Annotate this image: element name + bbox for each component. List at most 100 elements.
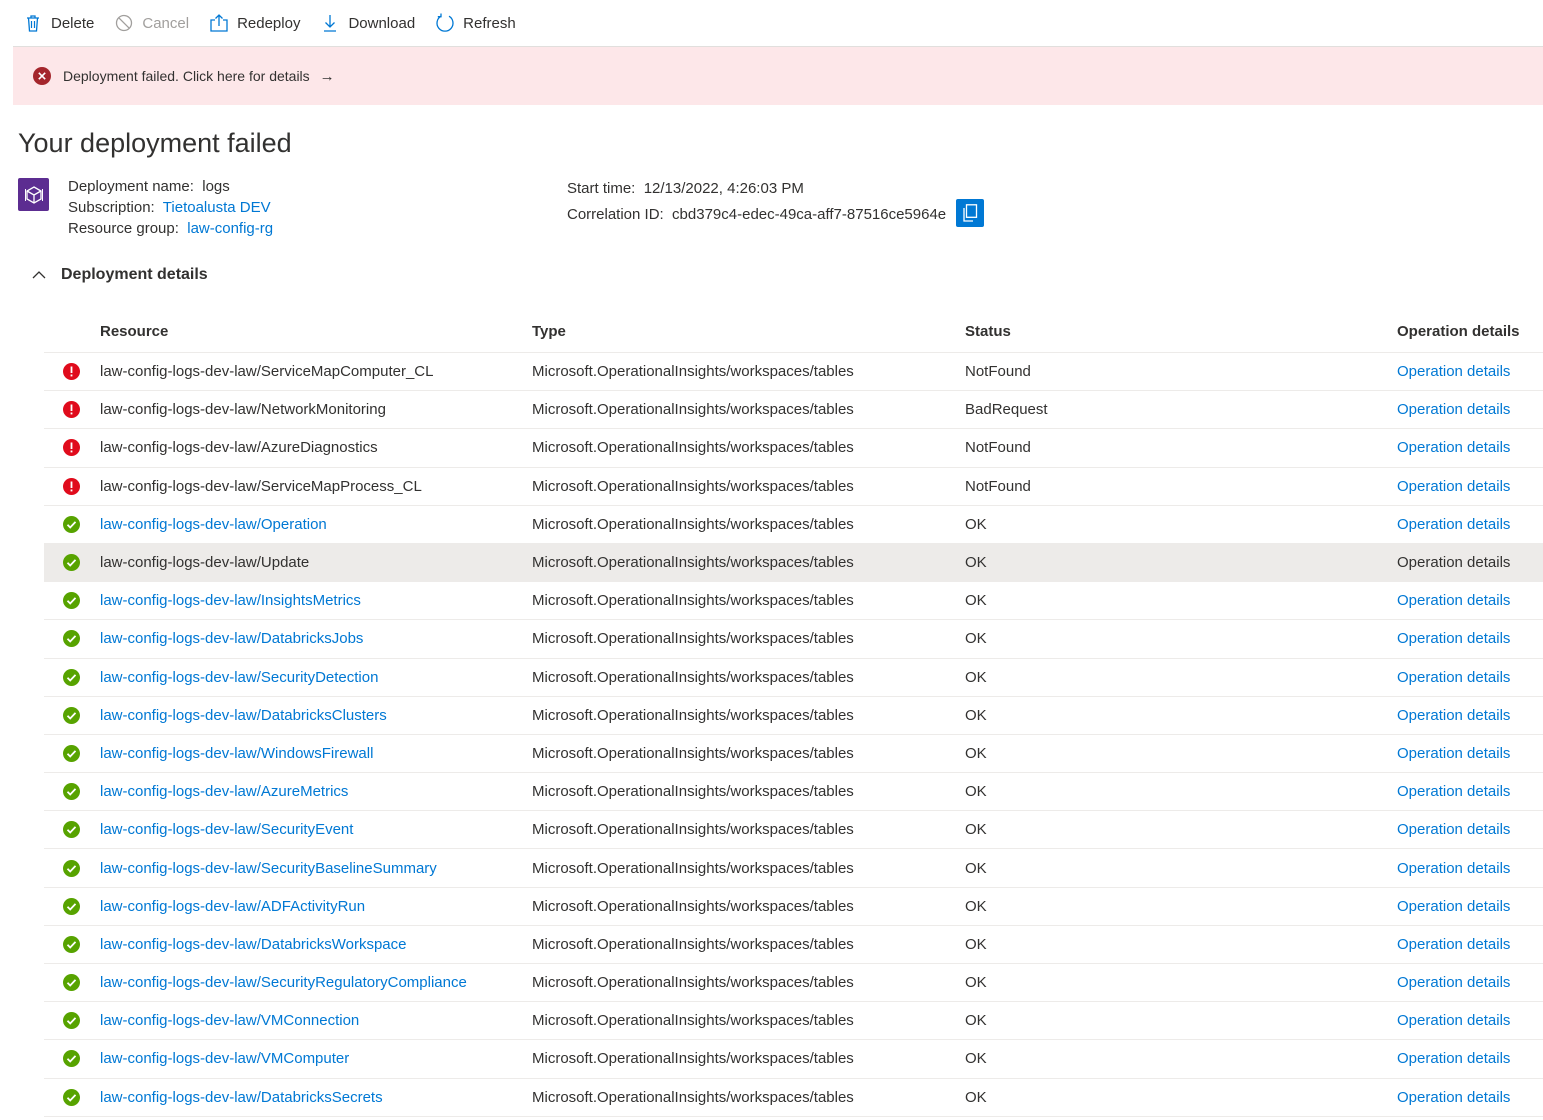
download-button[interactable]: Download — [320, 0, 415, 47]
operation-details-link[interactable]: Operation details — [1397, 860, 1543, 877]
table-row[interactable]: law-config-logs-dev-law/SecurityRegulato… — [44, 964, 1543, 1003]
operation-details-link[interactable]: Operation details — [1397, 821, 1543, 838]
correlation-id-value: cbd379c4-edec-49ca-aff7-87516ce5964e — [672, 205, 947, 223]
trash-icon — [23, 13, 43, 33]
operation-details-link[interactable]: Operation details — [1397, 783, 1543, 800]
deployment-details-toggle[interactable]: Deployment details — [30, 266, 208, 284]
resource-name-link[interactable]: law-config-logs-dev-law/Update — [100, 554, 532, 571]
resource-name-link[interactable]: law-config-logs-dev-law/DatabricksWorksp… — [100, 936, 532, 953]
resource-type: Microsoft.OperationalInsights/workspaces… — [532, 1088, 854, 1106]
resource-name-link[interactable]: law-config-logs-dev-law/AzureMetrics — [100, 783, 532, 800]
cancel-label: Cancel — [142, 14, 190, 32]
status-value: NotFound — [965, 363, 1031, 381]
redeploy-button[interactable]: Redeploy — [209, 0, 300, 47]
deployment-failed-banner[interactable]: Deployment failed. Click here for detail… — [13, 47, 1543, 105]
operation-details-link[interactable]: Operation details — [1397, 478, 1543, 495]
operation-details-link[interactable]: Operation details — [1397, 592, 1543, 609]
table-row[interactable]: law-config-logs-dev-law/Operation Microso… — [44, 506, 1543, 544]
success-check-icon — [63, 1050, 80, 1068]
resource-name-link[interactable]: law-config-logs-dev-law/SecurityRegulato… — [100, 974, 532, 991]
operation-details-link[interactable]: Operation details — [1397, 707, 1543, 724]
resource-type: Microsoft.OperationalInsights/workspaces… — [532, 477, 854, 495]
banner-text: Deployment failed. Click here for detail… — [63, 68, 310, 84]
success-check-icon — [63, 554, 80, 572]
operation-details-link[interactable]: Operation details — [1397, 1050, 1543, 1067]
table-row[interactable]: law-config-logs-dev-law/NetworkMonitorin… — [44, 391, 1543, 430]
operation-details-link[interactable]: Operation details — [1397, 401, 1543, 418]
deployment-details-heading: Deployment details — [61, 266, 208, 283]
table-row[interactable]: law-config-logs-dev-law/VMConnection Micr… — [44, 1002, 1543, 1041]
resource-name-link[interactable]: law-config-logs-dev-law/SecurityDetectio… — [100, 669, 532, 686]
table-row[interactable]: law-config-logs-dev-law/SecurityEvent Mic… — [44, 811, 1543, 850]
resource-name-link[interactable]: law-config-logs-dev-law/Operation — [100, 516, 532, 533]
status-value: OK — [965, 1012, 987, 1030]
table-row[interactable]: law-config-logs-dev-law/ServiceMapProces… — [44, 468, 1543, 506]
table-row[interactable]: law-config-logs-dev-law/Update Microsoft.… — [44, 543, 1543, 583]
resource-type: Microsoft.OperationalInsights/workspaces… — [532, 363, 854, 381]
operation-details-link[interactable]: Operation details — [1397, 554, 1543, 571]
table-row[interactable]: law-config-logs-dev-law/VMComputer Micros… — [44, 1040, 1543, 1079]
operation-details-link[interactable]: Operation details — [1397, 974, 1543, 991]
operation-details-link[interactable]: Operation details — [1397, 363, 1543, 380]
copy-icon — [963, 204, 978, 222]
table-row[interactable]: law-config-logs-dev-law/ADFActivityRun Mi… — [44, 888, 1543, 926]
table-row[interactable]: law-config-logs-dev-law/AzureDiagnostics… — [44, 429, 1543, 468]
operation-details-link[interactable]: Operation details — [1397, 1089, 1543, 1106]
resource-name-link[interactable]: law-config-logs-dev-law/SecurityBaseline… — [100, 860, 532, 877]
deployment-meta-right: Start time: 12/13/2022, 4:26:03 PM Corre… — [567, 176, 985, 229]
refresh-label: Refresh — [463, 14, 516, 32]
resource-name-link[interactable]: law-config-logs-dev-law/WindowsFirewall — [100, 745, 532, 762]
success-check-icon — [63, 974, 80, 992]
resource-name-link[interactable]: law-config-logs-dev-law/InsightsMetrics — [100, 592, 532, 609]
copy-button[interactable] — [956, 199, 985, 227]
success-check-icon — [63, 935, 80, 953]
table-row[interactable]: law-config-logs-dev-law/ServiceMapComput… — [44, 353, 1543, 392]
operation-details-link[interactable]: Operation details — [1397, 745, 1543, 762]
resource-type: Microsoft.OperationalInsights/workspaces… — [532, 897, 854, 915]
resource-name-link[interactable]: law-config-logs-dev-law/VMComputer — [100, 1050, 532, 1067]
resource-name-link[interactable]: law-config-logs-dev-law/SecurityEvent — [100, 821, 532, 838]
operation-details-link[interactable]: Operation details — [1397, 1012, 1543, 1029]
subscription-link[interactable]: Tietoalusta DEV — [163, 199, 271, 216]
start-time-row: Start time: 12/13/2022, 4:26:03 PM — [567, 176, 984, 201]
status-value: OK — [965, 744, 987, 762]
table-row[interactable]: law-config-logs-dev-law/SecurityDetectio… — [44, 659, 1543, 697]
table-row[interactable]: law-config-logs-dev-law/InsightsMetrics M… — [44, 582, 1543, 621]
resource-name-link[interactable]: law-config-logs-dev-law/DatabricksCluste… — [100, 707, 532, 724]
table-header: Resource Type Status Operation details — [44, 311, 1543, 353]
cancel-button[interactable]: Cancel — [114, 0, 189, 47]
delete-button[interactable]: Delete — [23, 0, 94, 47]
operation-details-link[interactable]: Operation details — [1397, 630, 1543, 647]
status-value: OK — [965, 859, 987, 877]
resource-name-link[interactable]: law-config-logs-dev-law/DatabricksSecret… — [100, 1089, 532, 1106]
table-row[interactable]: law-config-logs-dev-law/WindowsFirewall M… — [44, 735, 1543, 774]
status-value: OK — [965, 1050, 987, 1068]
operation-details-link[interactable]: Operation details — [1397, 898, 1543, 915]
table-row[interactable]: law-config-logs-dev-law/DatabricksCluste… — [44, 697, 1543, 735]
operation-details-link[interactable]: Operation details — [1397, 516, 1543, 533]
table-row[interactable]: law-config-logs-dev-law/SecurityBaseline… — [44, 849, 1543, 888]
resource-type: Microsoft.OperationalInsights/workspaces… — [532, 515, 854, 533]
error-exclamation-icon — [63, 477, 80, 495]
refresh-button[interactable]: Refresh — [435, 0, 516, 47]
subscription-label: Subscription: — [68, 199, 155, 216]
resource-group-row: Resource group: law-config-rg — [68, 218, 273, 239]
success-check-icon — [63, 859, 80, 877]
status-value: OK — [965, 592, 987, 610]
table-row[interactable]: law-config-logs-dev-law/DatabricksWorksp… — [44, 926, 1543, 964]
status-value: OK — [965, 974, 987, 992]
resource-name-link[interactable]: law-config-logs-dev-law/DatabricksJobs — [100, 630, 532, 647]
status-value: OK — [965, 554, 987, 572]
operation-details-link[interactable]: Operation details — [1397, 439, 1543, 456]
table-row[interactable]: law-config-logs-dev-law/DatabricksJobs Mi… — [44, 620, 1543, 659]
resource-name-link[interactable]: law-config-logs-dev-law/ADFActivityRun — [100, 898, 532, 915]
resource-name-link[interactable]: law-config-logs-dev-law/VMConnection — [100, 1012, 532, 1029]
status-value: OK — [965, 706, 987, 724]
table-row[interactable]: law-config-logs-dev-law/DatabricksSecret… — [44, 1079, 1543, 1117]
table-row[interactable]: law-config-logs-dev-law/AzureMetrics Micr… — [44, 773, 1543, 812]
operation-details-link[interactable]: Operation details — [1397, 669, 1543, 686]
operation-details-link[interactable]: Operation details — [1397, 936, 1543, 953]
resource-group-link[interactable]: law-config-rg — [187, 220, 273, 237]
deployment-cube-icon — [18, 178, 49, 211]
resource-type: Microsoft.OperationalInsights/workspaces… — [532, 668, 854, 686]
